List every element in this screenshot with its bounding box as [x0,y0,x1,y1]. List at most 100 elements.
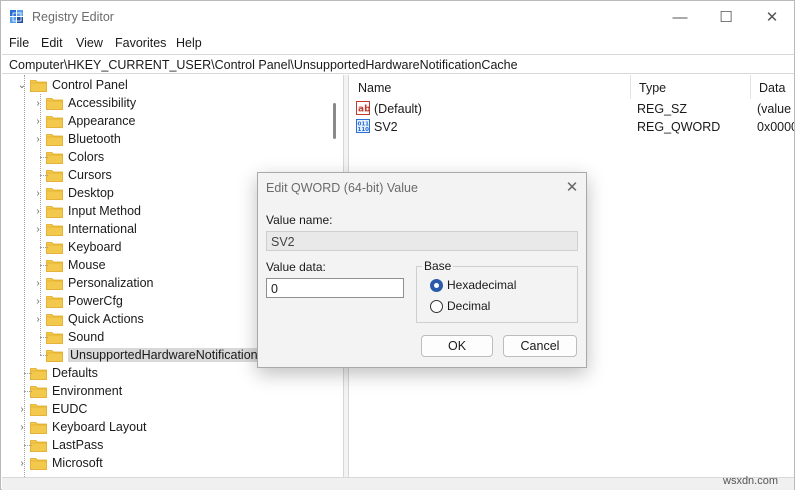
chevron-right-icon[interactable]: › [32,116,44,127]
value-data-input[interactable]: 0 [266,278,404,298]
chevron-right-icon[interactable]: › [32,206,44,217]
string-value-icon: ab [356,101,370,115]
tree-guide-line [40,157,48,158]
chevron-right-icon[interactable]: › [32,224,44,235]
tree-item-label: EUDC [52,402,88,416]
chevron-right-icon[interactable]: › [32,98,44,109]
tree-guide-line [40,265,48,266]
close-icon: ✕ [765,9,779,26]
column-header-data[interactable]: Data [751,75,794,99]
maximize-button[interactable]: ☐ [703,1,749,33]
menu-edit[interactable]: Edit [41,36,63,50]
chevron-right-icon[interactable]: › [32,296,44,307]
tree-item[interactable]: › Desktop [32,184,114,202]
value-data-label: Value data: [266,260,326,274]
menu-favorites[interactable]: Favorites [115,36,166,50]
tree-item[interactable]: › PowerCfg [32,292,123,310]
folder-icon [46,97,63,110]
ok-button[interactable]: OK [421,335,493,357]
svg-text:ab: ab [358,105,370,115]
chevron-right-icon[interactable]: › [16,404,28,415]
title-bar: Registry Editor — ☐ ✕ [1,1,794,33]
tree-guide-line [40,337,48,338]
chevron-right-icon[interactable]: › [16,422,28,433]
tree-item[interactable]: › International [32,220,137,238]
tree-item-label: Mouse [68,258,106,272]
menu-file[interactable]: File [9,36,29,50]
chevron-right-icon[interactable]: › [32,278,44,289]
tree-guide-line [24,391,32,392]
close-button[interactable]: ✕ [749,1,795,33]
binary-value-icon: 011 110 [356,119,370,133]
tree-item-label: LastPass [52,438,104,452]
value-name-field: SV2 [266,231,578,251]
folder-icon [46,241,63,254]
hexadecimal-radio[interactable] [430,279,443,292]
tree-item[interactable]: › Bluetooth [32,130,121,148]
tree-guide-line [24,445,32,446]
tree-item[interactable]: › Quick Actions [32,310,143,328]
status-bar [2,477,794,490]
dialog-close-button[interactable]: ✕ [562,177,582,197]
column-header-name[interactable]: Name [350,75,631,99]
svg-text:110: 110 [358,127,370,133]
tree-item[interactable]: › Appearance [32,112,135,130]
folder-icon [46,205,63,218]
folder-icon [46,349,63,362]
tree-item[interactable]: UnsupportedHardwareNotificationC [32,346,269,364]
tree-item-label: Input Method [68,204,141,218]
tree-scrollbar-thumb[interactable] [333,103,336,139]
chevron-right-icon[interactable]: › [32,314,44,325]
tree-item-label: International [68,222,137,236]
value-name: SV2 [374,120,398,134]
window-title: Registry Editor [32,10,114,24]
tree-item-label: Keyboard [68,240,122,254]
folder-icon [46,295,63,308]
base-group-label: Base [422,259,454,273]
tree-item[interactable]: › Accessibility [32,94,136,112]
tree-item-label: Sound [68,330,105,344]
dialog-title: Edit QWORD (64-bit) Value [266,181,418,195]
address-bar[interactable]: Computer\HKEY_CURRENT_USER\Control Panel… [2,54,794,74]
tree-item-label: Control Panel [52,78,128,92]
tree-item[interactable]: › Input Method [32,202,141,220]
value-data: (value [757,102,792,116]
chevron-down-icon[interactable]: ⌄ [16,80,28,91]
value-row[interactable]: 011 110 SV2 REG_QWORD 0x0000 [350,118,794,136]
menu-help[interactable]: Help [176,36,202,50]
tree-item-label: Appearance [68,114,136,128]
tree-item-label: Defaults [52,366,98,380]
tree-item-label: Colors [68,150,105,164]
cancel-button[interactable]: Cancel [503,335,577,357]
chevron-right-icon[interactable]: › [32,134,44,145]
tree-item-label: Bluetooth [68,132,121,146]
chevron-right-icon[interactable]: › [32,188,44,199]
edit-qword-dialog: Edit QWORD (64-bit) Value ✕ Value name: … [257,172,587,368]
tree-item[interactable]: ⌄ Control Panel [16,76,128,94]
minimize-button[interactable]: — [657,1,703,33]
decimal-radio[interactable] [430,300,443,313]
tree-item[interactable]: › EUDC [16,400,87,418]
base-group [416,266,578,323]
decimal-label[interactable]: Decimal [447,299,490,313]
folder-icon [30,439,47,452]
tree-item[interactable]: › Personalization [32,274,153,292]
hexadecimal-label[interactable]: Hexadecimal [447,278,516,292]
tree-guide-line [40,355,48,356]
close-icon: ✕ [565,179,579,196]
watermark: wsxdn.com [723,475,779,487]
column-header-type[interactable]: Type [631,75,751,99]
menu-view[interactable]: View [76,36,103,50]
tree-item-label: Cursors [68,168,112,182]
tree-item-label: Microsoft [52,456,103,470]
folder-icon [46,151,63,164]
value-row[interactable]: ab (Default) REG_SZ (value [350,100,794,118]
value-type: REG_SZ [637,102,688,116]
chevron-right-icon[interactable]: › [16,458,28,469]
folder-icon [46,277,63,290]
value-name-label: Value name: [266,213,333,227]
tree-item[interactable]: › Microsoft [16,454,103,472]
folder-icon [46,187,63,200]
folder-icon [30,403,47,416]
tree-item[interactable]: › Keyboard Layout [16,418,146,436]
